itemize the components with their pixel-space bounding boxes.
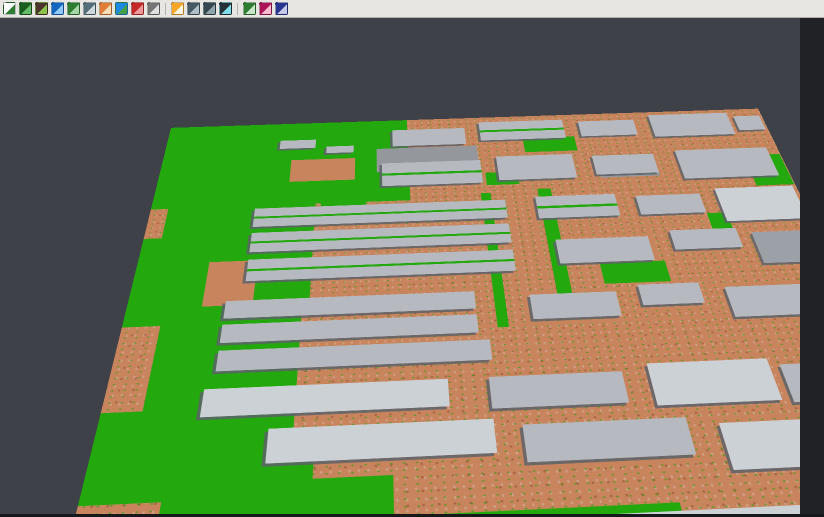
building-footprint	[392, 128, 466, 146]
export-icon[interactable]	[275, 2, 288, 15]
water-icon[interactable]	[51, 2, 64, 15]
crop-icon[interactable]	[187, 2, 200, 15]
window-edge-right	[800, 18, 824, 517]
grid-icon[interactable]	[243, 2, 256, 15]
layers-icon[interactable]	[19, 2, 32, 15]
toolbar-separator	[165, 3, 166, 15]
building-footprint	[636, 194, 707, 215]
vegetation-patch	[151, 120, 411, 209]
building-footprint	[647, 358, 783, 405]
ground-patch	[289, 158, 355, 182]
building-footprint	[733, 115, 765, 130]
building-footprint	[326, 146, 353, 154]
pointcloud-icon[interactable]	[83, 2, 96, 15]
globe-icon[interactable]	[115, 2, 128, 15]
classification-icon[interactable]	[131, 2, 144, 15]
building-footprint	[535, 194, 620, 219]
building-footprint	[578, 120, 638, 137]
building-footprint	[638, 282, 705, 305]
orthophoto-icon[interactable]	[99, 2, 112, 15]
application-window	[0, 0, 824, 517]
building-footprint	[522, 417, 696, 462]
building-footprint	[478, 120, 566, 141]
vegetation-patch	[122, 236, 214, 327]
add-data-icon[interactable]	[3, 2, 16, 15]
report-icon[interactable]	[259, 2, 272, 15]
building-footprint	[280, 140, 316, 149]
toolbar-separator	[237, 3, 238, 15]
building-footprint	[648, 113, 735, 137]
building-footprint	[592, 154, 659, 175]
building-footprint	[669, 228, 743, 250]
building-footprint	[714, 186, 808, 222]
terrain-scene	[53, 109, 824, 517]
building-footprint	[489, 371, 629, 408]
building-footprint	[496, 154, 577, 180]
terrain-icon[interactable]	[35, 2, 48, 15]
building-footprint	[530, 291, 622, 319]
building-footprint	[382, 160, 483, 186]
building-footprint	[265, 419, 497, 464]
building-footprint	[555, 236, 654, 263]
settings-icon[interactable]	[147, 2, 160, 15]
camera-icon[interactable]	[203, 2, 216, 15]
building-footprint	[675, 147, 780, 178]
viewport-3d[interactable]	[0, 18, 824, 517]
vegetation-patch	[78, 409, 199, 506]
screenshot-icon[interactable]	[219, 2, 232, 15]
toolbar	[0, 0, 824, 18]
measure-icon[interactable]	[171, 2, 184, 15]
vegetation-icon[interactable]	[67, 2, 80, 15]
vegetation-patch	[600, 261, 671, 284]
